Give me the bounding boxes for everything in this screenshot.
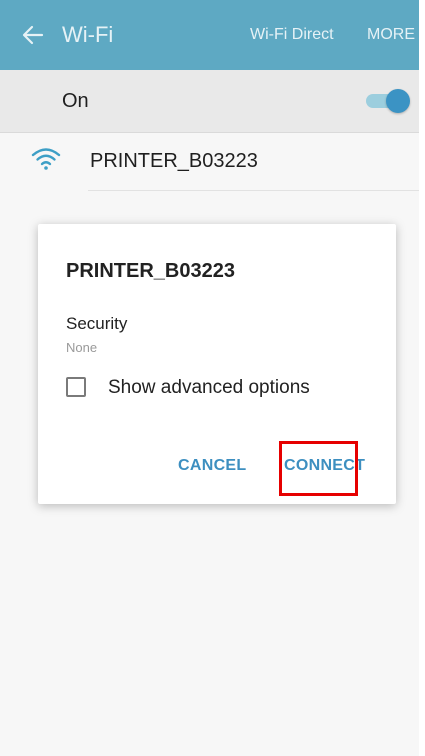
security-value: None xyxy=(66,340,98,355)
wifi-toggle-label: On xyxy=(62,90,89,112)
wifi-settings-screen: Wi-Fi Wi-Fi Direct MORE On PRINTER_B0322… xyxy=(0,0,425,756)
page-title: Wi-Fi xyxy=(62,22,114,47)
wifi-signal-icon xyxy=(31,148,61,170)
edge-strip xyxy=(419,0,425,756)
wifi-toggle-row[interactable]: On xyxy=(0,70,425,133)
network-list-item[interactable]: PRINTER_B03223 xyxy=(0,133,425,191)
cancel-button[interactable]: CANCEL xyxy=(178,457,246,475)
connect-button[interactable]: CONNECT xyxy=(284,457,365,475)
network-name: PRINTER_B03223 xyxy=(90,150,258,172)
advanced-options-row[interactable]: Show advanced options xyxy=(64,374,374,404)
more-button[interactable]: MORE xyxy=(367,26,415,44)
switch-thumb xyxy=(386,89,410,113)
wifi-direct-button[interactable]: Wi-Fi Direct xyxy=(250,26,334,44)
advanced-options-checkbox[interactable] xyxy=(66,377,86,397)
list-divider xyxy=(88,190,425,191)
app-bar: Wi-Fi Wi-Fi Direct MORE xyxy=(0,0,425,70)
wifi-switch[interactable] xyxy=(362,89,410,113)
security-label: Security xyxy=(66,314,128,333)
advanced-options-label: Show advanced options xyxy=(108,377,310,398)
dialog-title: PRINTER_B03223 xyxy=(66,260,235,282)
back-button[interactable] xyxy=(18,20,48,50)
connect-dialog: PRINTER_B03223 Security None Show advanc… xyxy=(38,224,396,504)
arrow-left-icon xyxy=(22,25,44,45)
